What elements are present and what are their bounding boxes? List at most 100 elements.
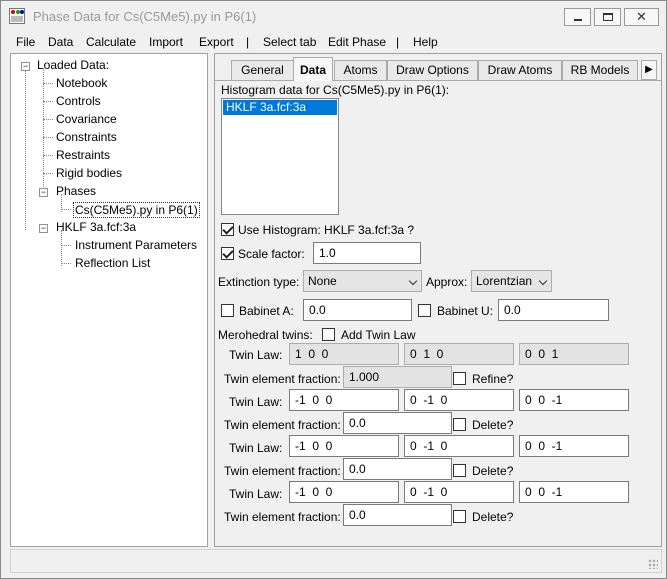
tree-item-notebook[interactable]: Notebook — [56, 76, 107, 90]
tree-item-constraints[interactable]: Constraints — [56, 130, 117, 144]
twin-fraction-label: Twin element fraction: — [224, 510, 341, 524]
tab-general[interactable]: General — [231, 60, 294, 80]
twin-law-row1[interactable]: -1 0 0 — [289, 389, 399, 411]
menu-export[interactable]: Export — [199, 35, 234, 49]
approx-value: Lorentzian — [476, 274, 533, 288]
close-icon: ✕ — [636, 9, 647, 24]
menu-bar: File Data Calculate Import Export | Sele… — [1, 32, 666, 52]
babinet-u-label: Babinet U: — [437, 304, 494, 318]
collapse-icon[interactable]: − — [39, 224, 48, 233]
twin-fraction-input[interactable]: 0.0 — [343, 504, 452, 526]
add-twin-law-label: Add Twin Law — [341, 328, 416, 342]
phase-data-panel: General Data Atoms Draw Options Draw Ato… — [214, 53, 662, 547]
tree-root[interactable]: Loaded Data: — [37, 58, 109, 72]
scale-factor-input[interactable]: 1.0 — [313, 242, 421, 264]
delete-checkbox[interactable] — [453, 510, 466, 523]
chevron-down-icon — [538, 276, 548, 286]
twin-fraction-input[interactable]: 0.0 — [343, 412, 452, 434]
title-bar[interactable]: Phase Data for Cs(C5Me5).py in P6(1) ✕ — [1, 1, 666, 31]
twin-fraction-label: Twin element fraction: — [224, 464, 341, 478]
menu-edit-phase[interactable]: Edit Phase — [328, 35, 386, 49]
babinet-a-input[interactable]: 0.0 — [303, 299, 412, 321]
close-button[interactable]: ✕ — [624, 8, 659, 26]
twin-law-row3[interactable]: 0 0 -1 — [519, 435, 629, 457]
delete-label: Delete? — [472, 510, 514, 524]
twin-law-row2[interactable]: 0 -1 0 — [404, 481, 514, 503]
approx-select[interactable]: Lorentzian — [471, 270, 552, 292]
menu-file[interactable]: File — [16, 35, 35, 49]
twin-fraction-label: Twin element fraction: — [224, 418, 341, 432]
menu-separator: | — [396, 35, 400, 49]
menu-select-tab[interactable]: Select tab — [263, 35, 316, 49]
extinction-type-value: None — [308, 274, 337, 288]
delete-label: Delete? — [472, 464, 514, 478]
menu-calculate[interactable]: Calculate — [86, 35, 136, 49]
tree-item-phases[interactable]: Phases — [56, 184, 96, 198]
use-histogram-checkbox[interactable] — [221, 223, 234, 236]
tree-item-histogram[interactable]: HKLF 3a.fcf:3a — [56, 220, 136, 234]
tree-item-reflection-list[interactable]: Reflection List — [75, 256, 150, 270]
menu-data[interactable]: Data — [48, 35, 73, 49]
maximize-icon — [603, 13, 613, 21]
merohedral-twins-label: Merohedral twins: — [218, 328, 313, 342]
menu-import[interactable]: Import — [149, 35, 183, 49]
delete-label: Delete? — [472, 418, 514, 432]
twin-fraction-label: Twin element fraction: — [224, 372, 341, 386]
tree-item-restraints[interactable]: Restraints — [56, 148, 110, 162]
chevron-down-icon — [408, 276, 418, 286]
histogram-list-label: Histogram data for Cs(C5Me5).py in P6(1)… — [221, 83, 450, 97]
data-tree[interactable]: − Loaded Data: Notebook Controls Covaria… — [10, 53, 208, 547]
tab-rb-models[interactable]: RB Models — [562, 60, 638, 80]
tab-draw-options[interactable]: Draw Options — [387, 60, 478, 80]
minimize-button[interactable] — [564, 8, 591, 26]
tree-item-instrument-parameters[interactable]: Instrument Parameters — [75, 238, 197, 252]
babinet-a-label: Babinet A: — [239, 304, 294, 318]
twin-law-row2: 0 1 0 — [404, 343, 514, 365]
window-title: Phase Data for Cs(C5Me5).py in P6(1) — [33, 9, 257, 24]
extinction-type-select[interactable]: None — [303, 270, 422, 292]
extinction-type-label: Extinction type: — [218, 275, 300, 289]
twin-law-row1: 1 0 0 — [289, 343, 399, 365]
add-twin-law-checkbox[interactable] — [322, 328, 335, 341]
refine-label: Refine? — [472, 372, 514, 386]
histogram-list-item[interactable]: HKLF 3a.fcf:3a — [223, 100, 337, 115]
histogram-list[interactable]: HKLF 3a.fcf:3a — [221, 98, 339, 215]
babinet-a-checkbox[interactable] — [221, 304, 234, 317]
scale-factor-label: Scale factor: — [238, 247, 305, 261]
tree-item-phase[interactable]: Cs(C5Me5).py in P6(1) — [73, 202, 200, 218]
babinet-u-checkbox[interactable] — [418, 304, 431, 317]
status-bar — [10, 549, 662, 573]
triangle-right-icon: ▶ — [645, 64, 653, 75]
use-histogram-label: Use Histogram: HKLF 3a.fcf:3a ? — [238, 223, 415, 237]
resize-grip-icon[interactable] — [648, 559, 658, 569]
tree-item-rigid-bodies[interactable]: Rigid bodies — [56, 166, 122, 180]
babinet-u-input[interactable]: 0.0 — [498, 299, 609, 321]
tab-scroll-right-button[interactable]: ▶ — [641, 60, 657, 80]
menu-help[interactable]: Help — [413, 35, 438, 49]
menu-separator: | — [246, 35, 250, 49]
tree-item-covariance[interactable]: Covariance — [56, 112, 117, 126]
tab-draw-atoms[interactable]: Draw Atoms — [478, 60, 562, 80]
tab-data[interactable]: Data — [293, 57, 333, 81]
collapse-icon[interactable]: − — [21, 62, 30, 71]
maximize-button[interactable] — [594, 8, 621, 26]
collapse-icon[interactable]: − — [39, 188, 48, 197]
refine-checkbox[interactable] — [453, 372, 466, 385]
twin-law-row3[interactable]: 0 0 -1 — [519, 481, 629, 503]
twin-law-label: Twin Law: — [229, 441, 283, 455]
minimize-icon — [574, 19, 582, 21]
twin-law-label: Twin Law: — [229, 348, 283, 362]
delete-checkbox[interactable] — [453, 418, 466, 431]
approx-label: Approx: — [426, 275, 468, 289]
twin-fraction-input[interactable]: 0.0 — [343, 458, 452, 480]
twin-law-row1[interactable]: -1 0 0 — [289, 481, 399, 503]
delete-checkbox[interactable] — [453, 464, 466, 477]
tree-item-controls[interactable]: Controls — [56, 94, 101, 108]
scale-factor-checkbox[interactable] — [221, 247, 234, 260]
twin-law-row1[interactable]: -1 0 0 — [289, 435, 399, 457]
twin-law-row2[interactable]: 0 -1 0 — [404, 389, 514, 411]
app-window: Phase Data for Cs(C5Me5).py in P6(1) ✕ F… — [0, 0, 667, 579]
tab-atoms[interactable]: Atoms — [334, 60, 387, 80]
twin-law-row3[interactable]: 0 0 -1 — [519, 389, 629, 411]
twin-law-row2[interactable]: 0 -1 0 — [404, 435, 514, 457]
